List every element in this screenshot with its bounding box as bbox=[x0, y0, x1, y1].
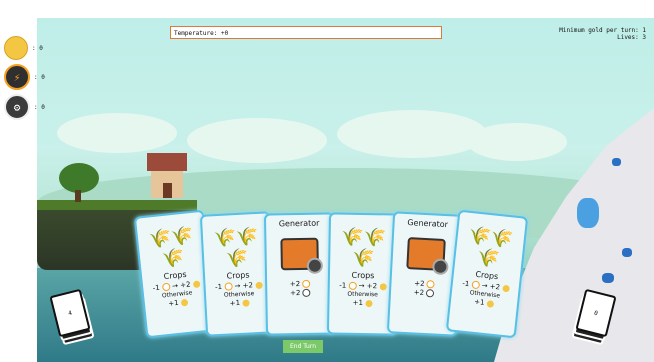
wheat-icon: 🌾🌾🌾 bbox=[147, 224, 195, 271]
crystal bbox=[577, 198, 599, 228]
lightning-icon bbox=[302, 279, 311, 288]
crystal bbox=[622, 248, 632, 257]
lightning-icon bbox=[161, 282, 171, 292]
tree bbox=[59, 163, 99, 193]
generator-icon bbox=[302, 288, 311, 297]
coin-icon bbox=[180, 298, 189, 307]
coin-icon bbox=[379, 282, 387, 290]
gold-resource: : 0 bbox=[4, 36, 43, 60]
coin-icon bbox=[4, 36, 28, 60]
lightning-icon bbox=[224, 282, 233, 291]
gold-value: : 0 bbox=[32, 44, 43, 52]
generator-value: : 0 bbox=[34, 103, 45, 111]
wheat-icon: 🌾🌾🌾 bbox=[341, 226, 387, 270]
temperature-bar: Temperature: +0 bbox=[170, 26, 442, 39]
card-effect-secondary: +2 bbox=[267, 288, 333, 297]
end-turn-button[interactable]: End Turn bbox=[283, 340, 323, 353]
card-title: Generator bbox=[407, 218, 449, 230]
wheat-icon: 🌾🌾🌾 bbox=[213, 225, 260, 270]
coin-icon bbox=[486, 299, 495, 308]
coin-icon bbox=[501, 284, 510, 292]
lives-label: Lives: 3 bbox=[617, 34, 646, 41]
cloud bbox=[467, 123, 567, 161]
card-generator[interactable]: Generator +2 +2 bbox=[263, 212, 337, 336]
crystal bbox=[612, 158, 621, 166]
cloud bbox=[57, 113, 177, 153]
card-effect: -1 → +2 bbox=[330, 281, 396, 290]
energy-value: : 0 bbox=[34, 73, 45, 81]
lightning-icon bbox=[471, 280, 480, 290]
generator-icon: ⚙ bbox=[4, 94, 30, 120]
discard-pile[interactable]: 0 bbox=[571, 288, 617, 346]
card-crops[interactable]: 🌾🌾🌾 Crops -1 → +2 Otherwise +1 bbox=[445, 209, 529, 339]
draw-pile-count: 4 bbox=[49, 288, 91, 338]
energy-resource: ⚡ : 0 bbox=[4, 64, 45, 90]
turn-info: Minimum gold per turn: 1 Lives: 3 bbox=[559, 27, 646, 41]
generator-icon bbox=[426, 289, 435, 298]
lightning-icon bbox=[348, 281, 357, 290]
card-title: Generator bbox=[278, 218, 320, 229]
draw-pile[interactable]: 4 bbox=[49, 288, 95, 346]
coin-icon bbox=[254, 281, 263, 289]
card-fallback: +1 bbox=[329, 298, 395, 307]
cloud bbox=[337, 110, 487, 158]
wheat-icon: 🌾🌾🌾 bbox=[467, 224, 515, 271]
card-effect: +2 bbox=[267, 279, 333, 288]
card-title: Crops bbox=[351, 270, 375, 281]
coin-icon bbox=[192, 279, 201, 288]
lightning-icon bbox=[426, 280, 435, 289]
generator-resource: ⚙ : 0 bbox=[4, 94, 45, 120]
lightning-icon: ⚡ bbox=[4, 64, 30, 90]
tree-trunk bbox=[75, 190, 81, 202]
card-otherwise: Otherwise bbox=[347, 290, 378, 299]
generator-icon bbox=[280, 237, 319, 271]
crystal bbox=[602, 273, 614, 283]
cloud bbox=[187, 118, 327, 163]
farmhouse bbox=[147, 153, 187, 198]
coin-icon bbox=[242, 298, 250, 307]
min-gold-label: Minimum gold per turn: 1 bbox=[559, 27, 646, 34]
coin-icon bbox=[365, 299, 373, 307]
generator-icon bbox=[406, 237, 446, 271]
